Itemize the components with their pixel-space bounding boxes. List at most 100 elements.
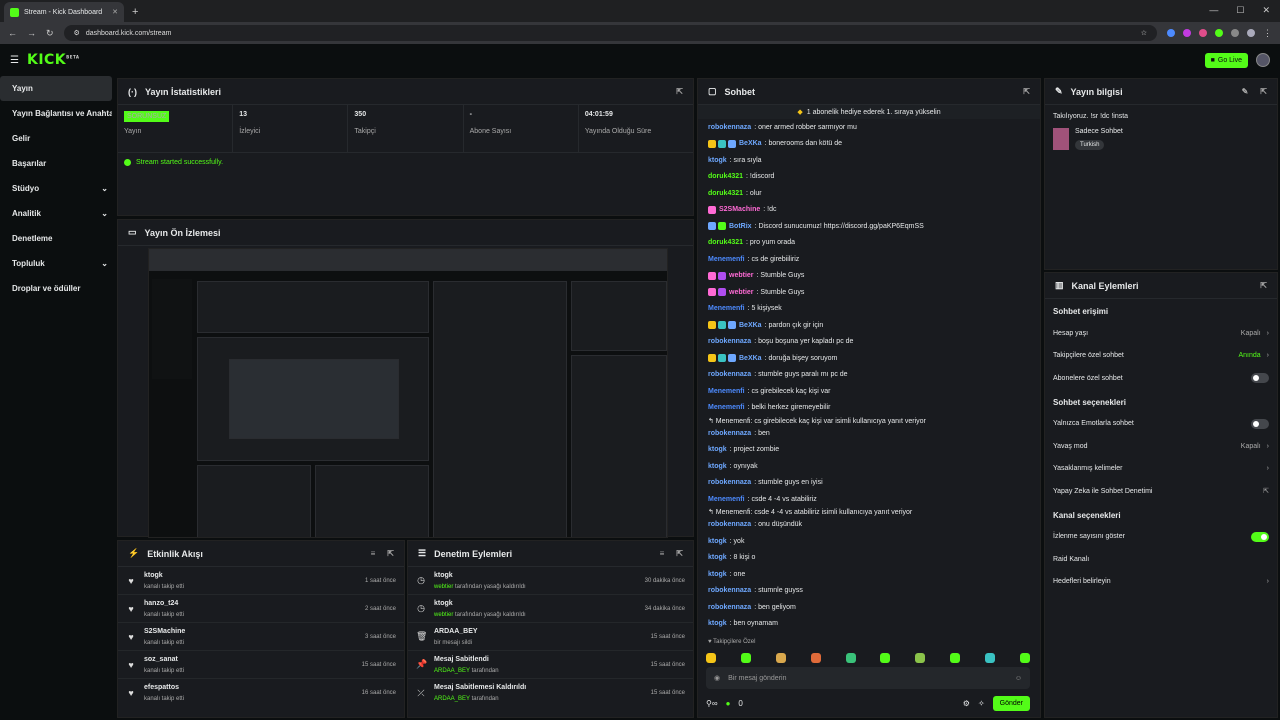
links-icon[interactable]: ⚲∞	[706, 699, 718, 708]
mod-target[interactable]: ARDAA_BEY	[434, 628, 643, 635]
chat-username[interactable]: Menemenfi	[708, 305, 745, 312]
chat-username[interactable]: Menemenfi	[708, 404, 745, 411]
setting-raid-channel[interactable]: Raid Kanalı	[1045, 548, 1277, 571]
user-avatar[interactable]	[1256, 53, 1270, 67]
toggle-switch[interactable]	[1251, 531, 1269, 542]
category-name[interactable]: Sadece Sohbet	[1075, 128, 1123, 135]
mod-target[interactable]: ktogk	[434, 600, 637, 607]
chat-username[interactable]: doruk4321	[708, 173, 743, 180]
close-tab-icon[interactable]: ✕	[112, 8, 118, 16]
sidebar-item-analytics[interactable]: Analitik ⌄	[0, 201, 112, 226]
sidebar-item-achievements[interactable]: Başarılar	[0, 151, 112, 176]
emote-icon[interactable]	[950, 653, 961, 663]
sidebar-item-studio[interactable]: Stüdyo ⌄	[0, 176, 112, 201]
tag-chip[interactable]: Turkish	[1075, 140, 1105, 150]
extension-icon[interactable]	[1167, 29, 1175, 37]
mod-target[interactable]: ktogk	[434, 572, 637, 579]
chat-username[interactable]: robokennaza	[708, 338, 751, 345]
sidebar-item-revenue[interactable]: Gelir	[0, 126, 112, 151]
setting-slow-mode[interactable]: Yavaş mod Kapalı ›	[1045, 435, 1277, 458]
emoji-icon[interactable]: ☺	[1015, 675, 1022, 682]
mod-actor[interactable]: ARDAA_BEY	[434, 668, 470, 674]
puzzle-icon[interactable]	[1231, 29, 1239, 37]
filter-icon[interactable]: ≡	[371, 549, 376, 558]
toggle-switch[interactable]	[1251, 373, 1269, 384]
sidebar-item-yayin[interactable]: Yayın	[0, 76, 112, 101]
bookmark-star-icon[interactable]: ☆	[1141, 29, 1147, 37]
popout-icon[interactable]: ⇱	[1023, 87, 1030, 96]
chat-username[interactable]: BotRix	[729, 223, 752, 230]
chat-username[interactable]: S2SMachine	[719, 206, 760, 213]
chat-username[interactable]: robokennaza	[708, 479, 751, 486]
extension-icon[interactable]	[1199, 29, 1207, 37]
chat-input[interactable]: ◉ Bir mesaj gönderin ☺	[706, 667, 1030, 689]
chat-username[interactable]: ktogk	[708, 571, 727, 578]
extension-icon[interactable]	[1183, 29, 1191, 37]
setting-ai-moderation[interactable]: Yapay Zeka ile Sohbet Denetimi ⇱	[1045, 480, 1277, 503]
edit-icon[interactable]: ✎	[1242, 87, 1249, 96]
chat-username[interactable]: doruk4321	[708, 239, 743, 246]
sidebar-item-community[interactable]: Topluluk ⌄	[0, 251, 112, 276]
reload-icon[interactable]: ↻	[46, 28, 54, 39]
emote-icon[interactable]	[880, 653, 891, 663]
chat-username[interactable]: ktogk	[708, 620, 727, 627]
minimize-icon[interactable]: —	[1209, 5, 1218, 16]
chat-username[interactable]: ktogk	[708, 157, 727, 164]
chat-username[interactable]: robokennaza	[708, 124, 751, 131]
close-window-icon[interactable]: ✕	[1262, 5, 1270, 16]
popout-icon[interactable]: ⇱	[676, 87, 683, 96]
setting-goals[interactable]: Hedefleri belirleyin ›	[1045, 571, 1277, 594]
chat-username[interactable]: robokennaza	[708, 371, 751, 378]
chat-username[interactable]: doruk4321	[708, 190, 743, 197]
extension-icon[interactable]	[1215, 29, 1223, 37]
activity-user[interactable]: ktogk	[144, 572, 357, 579]
chat-username[interactable]: ktogk	[708, 554, 727, 561]
emote-icon[interactable]	[845, 653, 856, 663]
browser-tab[interactable]: Stream - Kick Dashboard ✕	[4, 2, 124, 22]
setting-followers-only[interactable]: Takipçilere özel sohbet Anında ›	[1045, 345, 1277, 368]
maximize-icon[interactable]: ☐	[1236, 5, 1244, 16]
emote-icon[interactable]	[1019, 653, 1030, 663]
emote-icon[interactable]	[706, 653, 716, 663]
mod-actor[interactable]: webtier	[434, 584, 453, 590]
gift-sub-banner[interactable]: ◆ 1 abonelik hediye ederek 1. sıraya yük…	[698, 105, 1040, 119]
chat-username[interactable]: ktogk	[708, 463, 727, 470]
kick-logo[interactable]: KICKBETA	[27, 52, 79, 68]
settings-icon[interactable]: ⚙	[963, 699, 970, 708]
category-thumbnail[interactable]	[1053, 128, 1069, 150]
chat-username[interactable]: webtier	[729, 289, 754, 296]
chat-username[interactable]: Menemenfi	[708, 496, 745, 503]
popout-icon[interactable]: ⇱	[1260, 281, 1267, 290]
mod-tools-icon[interactable]: ✧	[978, 699, 985, 708]
popout-icon[interactable]: ⇱	[1260, 87, 1267, 96]
send-button[interactable]: Gönder	[992, 695, 1030, 711]
sidebar-item-moderation[interactable]: Denetleme	[0, 226, 112, 251]
setting-banned-words[interactable]: Yasaklanmış kelimeler ›	[1045, 458, 1277, 481]
emote-icon[interactable]	[915, 653, 926, 663]
profile-icon[interactable]	[1247, 29, 1255, 37]
chat-username[interactable]: BeXKa	[739, 355, 762, 362]
emote-icon[interactable]	[775, 653, 786, 663]
chat-username[interactable]: Menemenfi	[708, 256, 745, 263]
go-live-button[interactable]: ■ Go Live	[1204, 52, 1248, 68]
forward-icon[interactable]: →	[27, 28, 36, 38]
chat-username[interactable]: ktogk	[708, 538, 727, 545]
emote-icon[interactable]	[810, 653, 821, 663]
chat-username[interactable]: Menemenfi	[708, 388, 745, 395]
chat-username[interactable]: robokennaza	[708, 430, 751, 437]
chat-username[interactable]: robokennaza	[708, 604, 751, 611]
chat-username[interactable]: robokennaza	[708, 587, 751, 594]
sidebar-item-stream-key[interactable]: Yayın Bağlantısı ve Anahtarı	[0, 101, 112, 126]
mod-actor[interactable]: webtier	[434, 612, 453, 618]
address-bar[interactable]: ⚙ dashboard.kick.com/stream ☆	[63, 25, 1157, 41]
chat-username[interactable]: ktogk	[708, 446, 727, 453]
chat-username[interactable]: webtier	[729, 272, 754, 279]
new-tab-button[interactable]: +	[132, 6, 138, 18]
filter-icon[interactable]: ≡	[660, 549, 665, 558]
emote-icon[interactable]	[740, 653, 751, 663]
menu-dots-icon[interactable]: ⋮	[1263, 28, 1272, 39]
chat-username[interactable]: BeXKa	[739, 140, 762, 147]
activity-user[interactable]: soz_sanat	[144, 656, 354, 663]
chat-username[interactable]: BeXKa	[739, 322, 762, 329]
emote-icon[interactable]	[985, 653, 995, 663]
